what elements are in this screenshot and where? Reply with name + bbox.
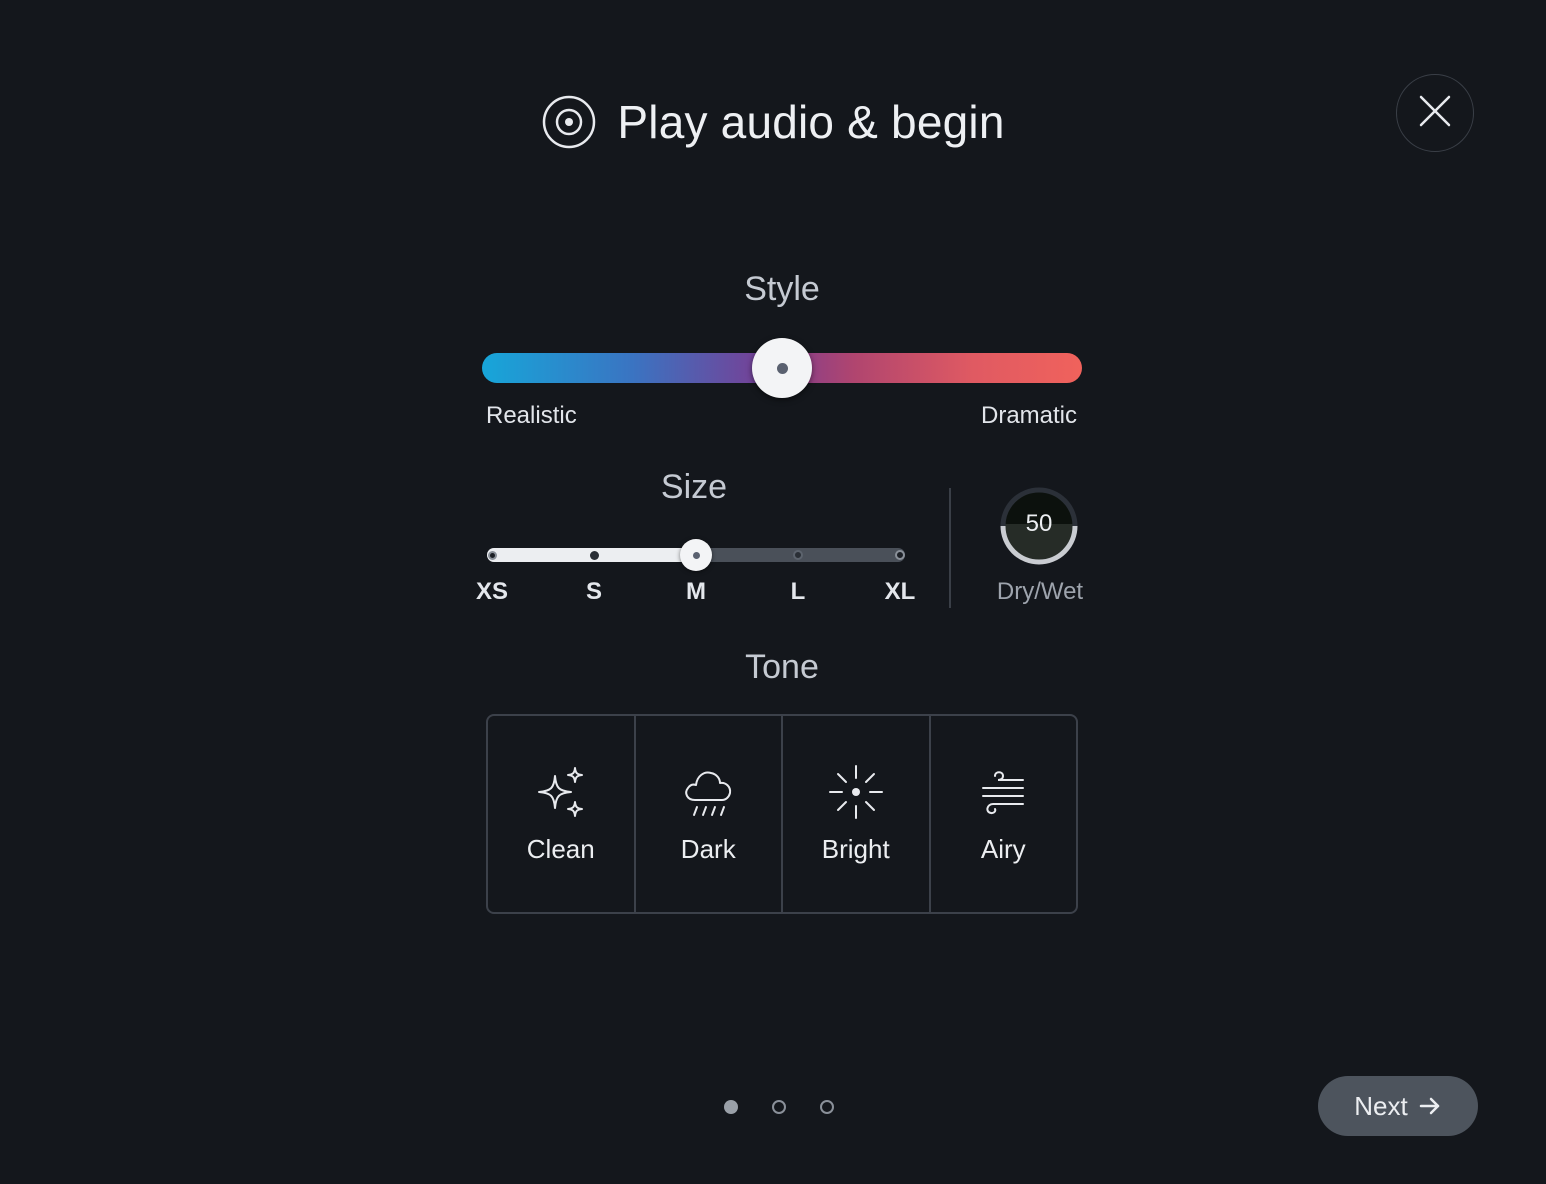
style-slider-thumb[interactable] xyxy=(752,338,812,398)
divider xyxy=(949,488,951,608)
close-icon xyxy=(1418,94,1452,133)
tone-label: Bright xyxy=(821,834,890,864)
tone-option-airy[interactable]: Airy xyxy=(931,716,1077,912)
arrow-right-icon xyxy=(1418,1094,1442,1118)
size-tick-l[interactable] xyxy=(793,550,803,560)
pager-dot-2[interactable] xyxy=(772,1100,786,1114)
tone-option-dark[interactable]: Dark xyxy=(636,716,783,912)
size-label-s: S xyxy=(585,578,602,605)
size-tick-s[interactable] xyxy=(589,550,599,560)
style-min-label: Realistic xyxy=(486,402,577,429)
sparkles-icon xyxy=(531,762,591,822)
tone-option-bright[interactable]: Bright xyxy=(783,716,931,912)
rain-cloud-icon xyxy=(678,762,738,822)
size-tick-xs[interactable] xyxy=(487,550,497,560)
header: Play audio & begin xyxy=(0,90,1546,154)
size-label-xs: XS xyxy=(475,578,508,605)
size-label-xl: XL xyxy=(884,578,916,605)
page-title: Play audio & begin xyxy=(617,96,1005,148)
tone-label: Airy xyxy=(980,834,1026,864)
sun-burst-icon xyxy=(826,762,886,822)
size-label-l: L xyxy=(790,578,806,605)
wind-icon xyxy=(973,762,1033,822)
next-button[interactable]: Next xyxy=(1318,1076,1478,1136)
drywet-value: 50 xyxy=(1025,510,1053,537)
close-button[interactable] xyxy=(1396,74,1474,152)
tone-label: Clean xyxy=(526,834,595,864)
size-label-m: M xyxy=(686,578,706,605)
pager-dot-1[interactable] xyxy=(724,1100,738,1114)
size-slider-thumb[interactable] xyxy=(680,539,712,571)
title-group: Play audio & begin xyxy=(541,94,1004,150)
size-tick-xl[interactable] xyxy=(895,550,905,560)
drywet-knob[interactable]: 50 xyxy=(997,484,1081,568)
tone-heading: Tone xyxy=(745,648,819,686)
pager-dot-3[interactable] xyxy=(820,1100,834,1114)
drywet-label: Dry/Wet xyxy=(996,578,1084,605)
tone-option-clean[interactable]: Clean xyxy=(488,716,636,912)
style-max-label: Dramatic xyxy=(981,402,1078,429)
tone-options: Clean Dark Bright Airy xyxy=(486,714,1078,914)
next-label: Next xyxy=(1354,1090,1408,1121)
tone-label: Dark xyxy=(680,834,736,864)
style-heading: Style xyxy=(744,270,820,308)
disc-icon xyxy=(541,94,597,150)
size-heading: Size xyxy=(660,468,728,506)
